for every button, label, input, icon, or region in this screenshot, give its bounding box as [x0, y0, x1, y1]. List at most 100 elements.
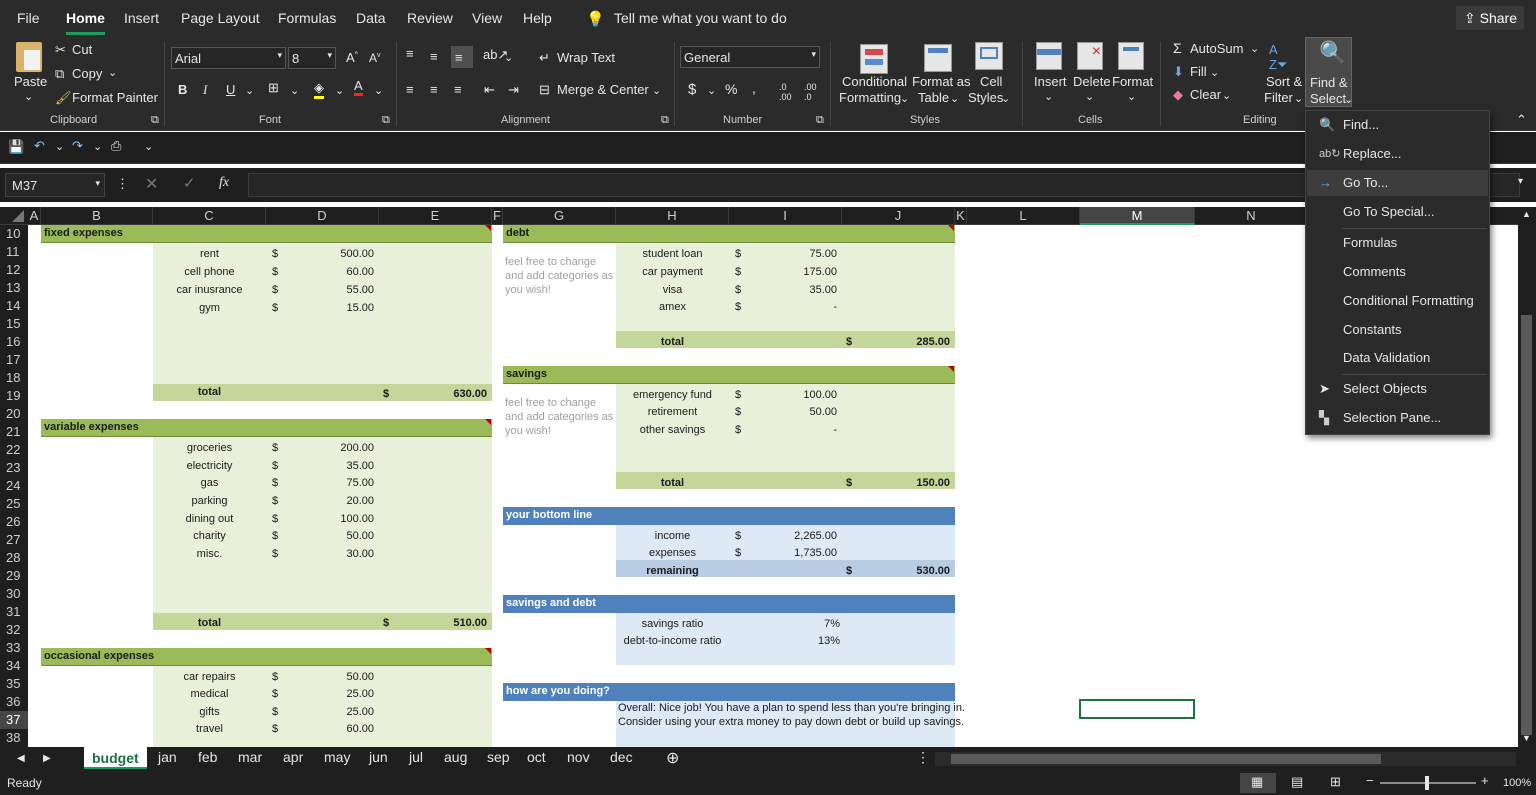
expand-formula-icon[interactable]: ▾	[1518, 176, 1523, 187]
fill-color-dropdown-icon[interactable]: ⌄	[335, 84, 344, 97]
underline-icon[interactable]: U	[226, 82, 235, 97]
row-header[interactable]: 26	[0, 513, 28, 531]
row-header[interactable]: 17	[0, 351, 28, 369]
format-as-table-button[interactable]: Format as	[912, 74, 971, 89]
conditional-formatting-button[interactable]: Conditional	[842, 74, 907, 89]
number-format-select[interactable]: General ▾	[680, 46, 820, 68]
row-header[interactable]: 30	[0, 585, 28, 603]
menu-item-replace[interactable]: ab↻ Replace...	[1307, 141, 1488, 167]
align-bottom-button[interactable]: ≡	[451, 46, 473, 68]
clipboard-launcher-icon[interactable]: ⧉	[151, 114, 159, 127]
font-name-select[interactable]: Arial ▾	[171, 47, 286, 69]
active-cell[interactable]	[1079, 699, 1195, 719]
clear-button[interactable]: Clear	[1190, 87, 1221, 102]
paste-dropdown-icon[interactable]: ⌄	[24, 90, 33, 103]
menu-item-formulas[interactable]: Formulas	[1307, 230, 1488, 256]
sheet-tab[interactable]: aug	[444, 749, 467, 765]
alignment-launcher-icon[interactable]: ⧉	[661, 114, 669, 127]
row-header[interactable]: 21	[0, 423, 28, 441]
format-painter-button[interactable]: Format Painter	[72, 90, 158, 105]
row-header[interactable]: 35	[0, 675, 28, 693]
find-select-button[interactable]: 🔍 Find & Select ⌄	[1305, 37, 1353, 107]
row-header[interactable]: 23	[0, 459, 28, 477]
borders-icon[interactable]: ⊞	[268, 80, 279, 96]
copy-button[interactable]: Copy	[72, 66, 102, 81]
sheet-tab[interactable]: jun	[369, 749, 388, 765]
zoom-slider-thumb[interactable]	[1425, 776, 1429, 790]
column-header[interactable]: N	[1195, 207, 1308, 225]
autosum-dropdown-icon[interactable]: ⌄	[1250, 42, 1259, 55]
currency-dropdown-icon[interactable]: ⌄	[707, 84, 716, 97]
column-header[interactable]: G	[503, 207, 616, 225]
page-break-view-icon[interactable]: ⊞	[1330, 774, 1341, 790]
customize-qat-icon[interactable]: ⌄	[144, 140, 153, 153]
column-header[interactable]: J	[842, 207, 955, 225]
column-header[interactable]: I	[729, 207, 842, 225]
zoom-level[interactable]: 100%	[1503, 777, 1531, 789]
row-header[interactable]: 28	[0, 549, 28, 567]
row-header[interactable]: 22	[0, 441, 28, 459]
row-header[interactable]: 38	[0, 729, 28, 747]
redo-icon[interactable]: ↷	[72, 138, 83, 154]
horizontal-scroll-thumb[interactable]	[951, 754, 1381, 764]
column-header[interactable]: K	[955, 207, 967, 225]
cut-button[interactable]: Cut	[72, 42, 92, 57]
autosum-button[interactable]: AutoSum	[1190, 41, 1243, 56]
more-options-icon[interactable]: ⋮	[916, 749, 930, 766]
cell-styles-button[interactable]: Cell	[980, 74, 1002, 89]
menu-item-constants[interactable]: Constants	[1307, 317, 1488, 343]
normal-view-button[interactable]: ▦	[1240, 773, 1276, 793]
increase-font-icon[interactable]: A^	[346, 50, 358, 65]
tab-help[interactable]: Help	[523, 10, 552, 26]
collapse-ribbon-icon[interactable]: ⌃	[1516, 112, 1527, 128]
column-header[interactable]: A	[28, 207, 41, 225]
sheet-tab-budget[interactable]: budget	[84, 747, 147, 769]
sheet-tab[interactable]: apr	[283, 749, 303, 765]
tab-view[interactable]: View	[472, 10, 502, 26]
tab-data[interactable]: Data	[356, 10, 386, 26]
next-sheet-icon[interactable]: ▶	[43, 753, 51, 764]
decrease-decimal-icon[interactable]: .00.0	[804, 82, 817, 102]
decrease-indent-icon[interactable]: ⇤	[484, 82, 495, 98]
currency-icon[interactable]: $	[688, 81, 696, 98]
page-layout-view-icon[interactable]: ▤	[1291, 774, 1303, 790]
row-header-selected[interactable]: 37	[0, 711, 28, 729]
row-header[interactable]: 16	[0, 333, 28, 351]
align-left-icon[interactable]: ≡	[406, 82, 414, 97]
row-header[interactable]: 31	[0, 603, 28, 621]
orientation-dropdown-icon[interactable]: ⌄	[504, 51, 513, 64]
row-header[interactable]: 19	[0, 387, 28, 405]
name-box[interactable]: M37 ▾	[5, 173, 105, 197]
column-header[interactable]: H	[616, 207, 729, 225]
row-header[interactable]: 10	[0, 225, 28, 243]
insert-function-icon[interactable]: fx	[219, 175, 229, 191]
zoom-out-icon[interactable]: −	[1366, 773, 1374, 788]
sheet-tab[interactable]: jan	[158, 749, 177, 765]
sheet-tab[interactable]: may	[324, 749, 350, 765]
number-launcher-icon[interactable]: ⧉	[816, 114, 824, 127]
fill-button[interactable]: Fill	[1190, 64, 1207, 79]
merge-center-button[interactable]: Merge & Center	[557, 82, 649, 97]
prev-sheet-icon[interactable]: ◀	[17, 753, 25, 764]
tab-insert[interactable]: Insert	[124, 10, 159, 26]
column-header[interactable]: D	[266, 207, 379, 225]
row-header[interactable]: 36	[0, 693, 28, 711]
sheet-tab[interactable]: dec	[610, 749, 633, 765]
merge-dropdown-icon[interactable]: ⌄	[652, 84, 661, 97]
sheet-tab[interactable]: sep	[487, 749, 510, 765]
row-header[interactable]: 34	[0, 657, 28, 675]
column-header[interactable]: B	[41, 207, 153, 225]
menu-item-selection-pane[interactable]: ▚ Selection Pane...	[1307, 405, 1488, 431]
paste-button[interactable]: Paste	[14, 74, 47, 89]
bold-icon[interactable]: B	[178, 82, 187, 97]
tab-home[interactable]: Home	[66, 10, 105, 35]
insert-cells-button[interactable]: Insert	[1034, 74, 1067, 89]
fill-color-icon[interactable]: ◈	[314, 80, 324, 99]
align-right-icon[interactable]: ≡	[454, 82, 462, 97]
scroll-up-icon[interactable]: ▲	[1522, 209, 1531, 219]
sheet-tab[interactable]: nov	[567, 749, 590, 765]
vertical-scroll-thumb[interactable]	[1521, 315, 1532, 735]
row-header[interactable]: 29	[0, 567, 28, 585]
borders-dropdown-icon[interactable]: ⌄	[290, 84, 299, 97]
column-header[interactable]: L	[967, 207, 1080, 225]
